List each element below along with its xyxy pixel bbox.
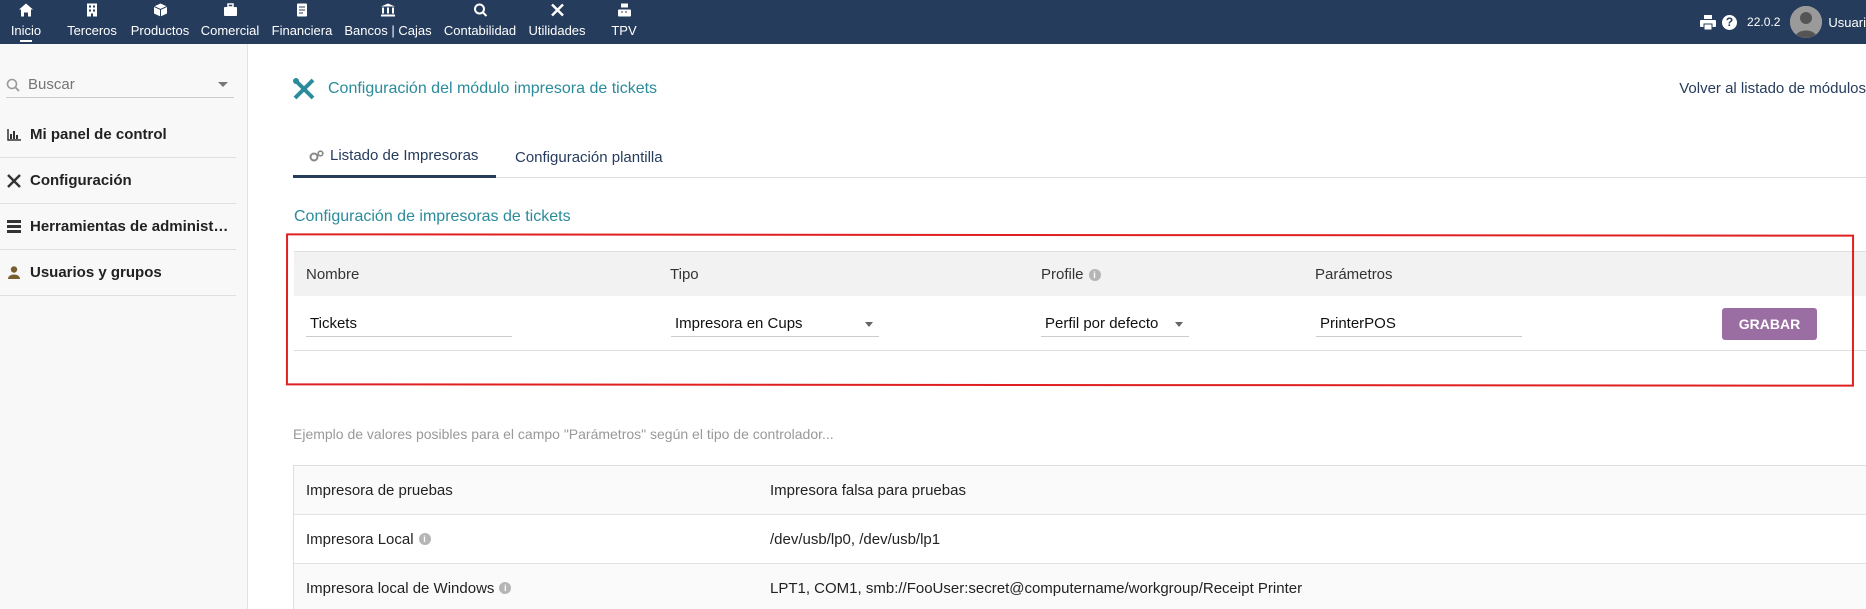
- bank-icon: [381, 3, 395, 17]
- menu-item-utilidades[interactable]: Utilidades: [526, 0, 588, 44]
- chevron-down-icon[interactable]: [218, 82, 228, 87]
- briefcase-icon: [223, 3, 237, 16]
- user-icon: [6, 266, 22, 279]
- chart-icon: [6, 128, 22, 141]
- example-name: Impresora de pruebas: [306, 481, 453, 499]
- user-name[interactable]: Usuari: [1828, 15, 1866, 30]
- table-row: Impresora de pruebas Impresora falsa par…: [294, 466, 1866, 515]
- invoice-icon: [297, 3, 307, 17]
- menu-item-financiera[interactable]: Financiera: [268, 0, 336, 44]
- info-icon[interactable]: i: [418, 533, 431, 545]
- example-value: /dev/usb/lp0, /dev/usb/lp1: [770, 530, 941, 548]
- page-header: Configuración del módulo impresora de ti…: [292, 74, 657, 104]
- server-icon: [6, 220, 22, 233]
- building-icon: [87, 3, 97, 17]
- tools-icon: [6, 173, 22, 188]
- top-navbar: Inicio Terceros Productos Comercial Fina…: [0, 0, 1866, 44]
- sidebar-item-panel[interactable]: Mi panel de control: [0, 112, 236, 158]
- sidebar-item-configuracion[interactable]: Configuración: [0, 158, 236, 204]
- info-icon[interactable]: i: [499, 582, 512, 594]
- table-row: Impresora Local i /dev/usb/lp0, /dev/usb/…: [294, 515, 1866, 564]
- sidebar-search[interactable]: [6, 72, 234, 98]
- back-to-modules-link[interactable]: Volver al listado de módulos: [1679, 80, 1866, 97]
- user-avatar-icon: [1790, 6, 1823, 38]
- menu-item-comercial[interactable]: Comercial: [198, 0, 262, 44]
- menu-item-tpv[interactable]: TPV: [606, 0, 642, 44]
- examples-description: Ejemplo de valores posibles para el camp…: [293, 426, 834, 442]
- version-label: 22.0.2: [1747, 15, 1781, 29]
- home-icon: [19, 3, 33, 17]
- sidebar-item-label: Configuración: [30, 172, 132, 189]
- example-name: Impresora Local i: [306, 531, 431, 548]
- examples-table: Impresora de pruebas Impresora falsa par…: [293, 465, 1866, 609]
- tools-icon: [550, 3, 564, 17]
- cube-icon: [153, 3, 167, 17]
- table-row: Impresora local de Windows i LPT1, COM1, …: [294, 564, 1866, 609]
- tab-bar: Listado de Impresoras Configuración plan…: [293, 136, 1866, 178]
- example-name: Impresora local de Windows i: [306, 580, 512, 597]
- menu-item-productos[interactable]: Productos: [128, 0, 192, 44]
- printer-icon[interactable]: [1700, 14, 1717, 30]
- sidebar-item-label: Herramientas de administración: [30, 218, 230, 235]
- page-title: Configuración del módulo impresora de ti…: [328, 80, 658, 97]
- sidebar-item-label: Usuarios y grupos: [30, 264, 162, 281]
- example-value: Impresora falsa para pruebas: [770, 481, 966, 499]
- sidebar: Mi panel de control Configuración Herram…: [0, 44, 248, 609]
- menu-item-terceros[interactable]: Terceros: [64, 0, 120, 44]
- tab-configuracion-plantilla[interactable]: Configuración plantilla: [515, 136, 663, 178]
- search-dollar-icon: [473, 3, 487, 17]
- search-input[interactable]: [28, 76, 208, 93]
- menu-item-contabilidad[interactable]: Contabilidad: [443, 0, 517, 44]
- cogs-icon: [309, 149, 324, 161]
- highlight-annotation-box: [285, 233, 1855, 387]
- menu-item-bancos-cajas[interactable]: Bancos | Cajas: [343, 0, 433, 44]
- tab-listado-impresoras[interactable]: Listado de Impresoras: [293, 136, 496, 178]
- menu-item-inicio[interactable]: Inicio: [0, 0, 52, 44]
- sidebar-item-label: Mi panel de control: [30, 126, 167, 143]
- example-value: LPT1, COM1, smb://FooUser:secret@compute…: [770, 579, 1303, 597]
- cash-register-icon: [617, 3, 631, 17]
- tools-icon: [293, 78, 315, 100]
- avatar[interactable]: [1790, 6, 1823, 38]
- help-icon[interactable]: ?: [1722, 14, 1738, 30]
- sidebar-item-herramientas[interactable]: Herramientas de administración: [0, 204, 236, 250]
- search-icon: [6, 78, 20, 92]
- section-title: Configuración de impresoras de tickets: [294, 208, 571, 225]
- sidebar-item-usuarios[interactable]: Usuarios y grupos: [0, 250, 236, 296]
- top-right-tools: ? 22.0.2 Usuari: [1700, 0, 1866, 44]
